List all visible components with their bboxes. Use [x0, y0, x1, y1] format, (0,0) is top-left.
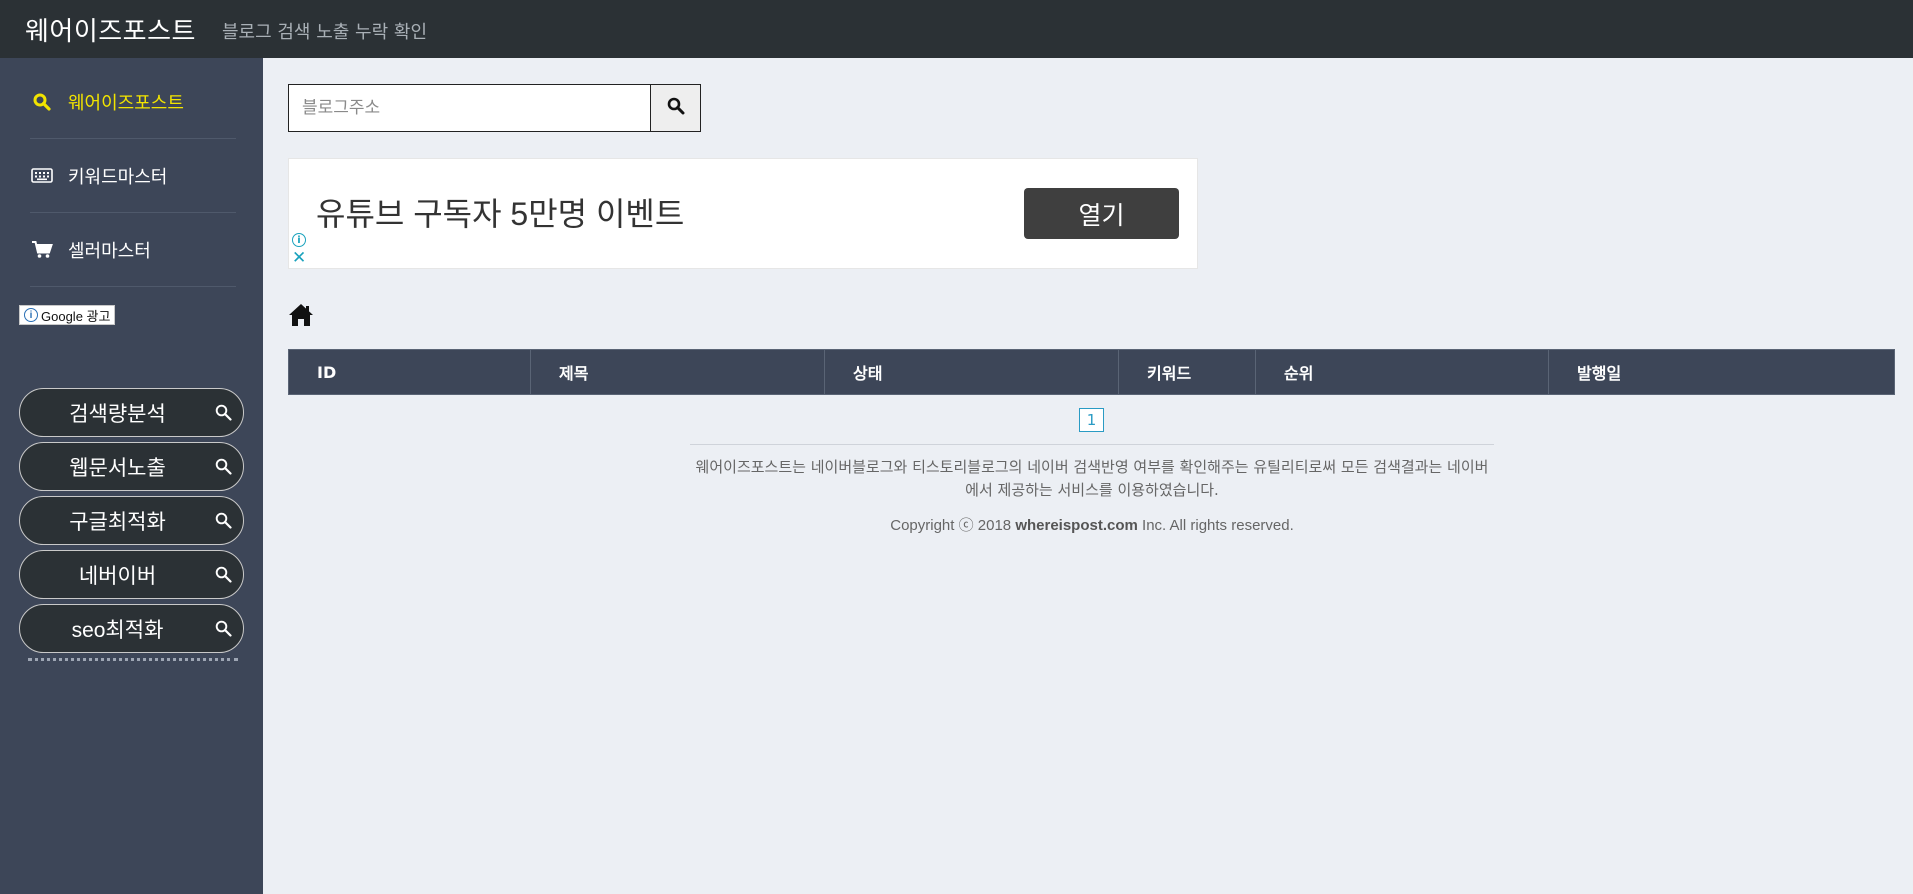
results-table: ID 제목 상태 키워드 순위 발행일 — [288, 349, 1895, 395]
sidebar-item-whereispost[interactable]: 웨어이즈포스트 — [30, 65, 236, 139]
google-ad-label: Google 광고 — [41, 308, 111, 324]
sidebar-item-label: 웨어이즈포스트 — [68, 92, 184, 114]
google-ad-tag[interactable]: i Google 광고 — [19, 305, 116, 325]
search-icon — [667, 97, 685, 119]
ad-banner[interactable]: 유튜브 구독자 5만명 이벤트 열기 i ✕ — [288, 158, 1198, 269]
sidebar-item-sellermaster[interactable]: 셀러마스터 — [30, 213, 236, 287]
ad-link-search-volume[interactable]: 검색량분석 — [19, 388, 244, 437]
footer-description: 웨어이즈포스트는 네이버블로그와 티스토리블로그의 네이버 검색반영 여부를 확… — [695, 458, 1489, 499]
column-header-rank[interactable]: 순위 — [1256, 350, 1549, 394]
ad-info-icon[interactable]: i — [292, 233, 306, 247]
column-header-published[interactable]: 발행일 — [1549, 350, 1894, 394]
home-icon[interactable] — [288, 303, 314, 327]
ad-link-web-doc[interactable]: 웹문서노출 — [19, 442, 244, 491]
ad-link-neverever[interactable]: 네버이버 — [19, 550, 244, 599]
cart-icon — [30, 240, 54, 260]
sidebar-item-label: 키워드마스터 — [68, 166, 168, 188]
search-icon — [203, 566, 243, 583]
ad-close-icon[interactable]: ✕ — [292, 250, 306, 267]
search-icon — [203, 620, 243, 637]
ad-link-label: 웹문서노출 — [69, 456, 166, 480]
brand-tagline: 블로그 검색 노출 누락 확인 — [221, 22, 427, 43]
sidebar-item-keywordmaster[interactable]: 키워드마스터 — [30, 139, 236, 213]
blog-search-form — [288, 84, 701, 132]
ad-link-seo[interactable]: seo최적화 — [19, 604, 244, 653]
search-icon — [203, 512, 243, 529]
copyright-domain[interactable]: whereispost.com — [1015, 517, 1138, 534]
copyright-prefix: Copyright ⓒ 2018 — [890, 517, 1016, 534]
top-bar: 웨어이즈포스트 블로그 검색 노출 누락 확인 — [0, 0, 1913, 58]
footer-divider — [690, 444, 1494, 445]
search-icon — [203, 458, 243, 475]
sidebar-divider — [28, 658, 238, 661]
column-header-title[interactable]: 제목 — [531, 350, 825, 394]
ad-link-label: seo최적화 — [71, 618, 164, 642]
column-header-id[interactable]: ID — [289, 350, 531, 394]
brand-title[interactable]: 웨어이즈포스트 — [25, 11, 196, 48]
search-icon — [30, 92, 54, 112]
search-button[interactable] — [650, 84, 701, 132]
copyright-suffix: Inc. All rights reserved. — [1137, 517, 1294, 534]
ad-link-google-opt[interactable]: 구글최적화 — [19, 496, 244, 545]
ad-link-label: 검색량분석 — [69, 402, 166, 426]
ad-link-label: 네버이버 — [78, 564, 157, 588]
ad-link-label: 구글최적화 — [69, 510, 166, 534]
keyboard-icon — [30, 166, 54, 186]
table-header: ID 제목 상태 키워드 순위 발행일 — [288, 349, 1895, 395]
footer-copyright: Copyright ⓒ 2018 whereispost.com Inc. Al… — [690, 514, 1494, 535]
sidebar-item-label: 셀러마스터 — [68, 240, 151, 262]
ad-open-button[interactable]: 열기 — [1024, 188, 1179, 239]
column-header-keyword[interactable]: 키워드 — [1119, 350, 1256, 394]
blog-url-input[interactable] — [288, 84, 650, 132]
info-icon: i — [24, 308, 38, 322]
column-header-status[interactable]: 상태 — [825, 350, 1119, 394]
search-icon — [203, 404, 243, 421]
page-button-1[interactable]: 1 — [1079, 408, 1104, 432]
ad-banner-text: 유튜브 구독자 5만명 이벤트 — [316, 196, 685, 232]
